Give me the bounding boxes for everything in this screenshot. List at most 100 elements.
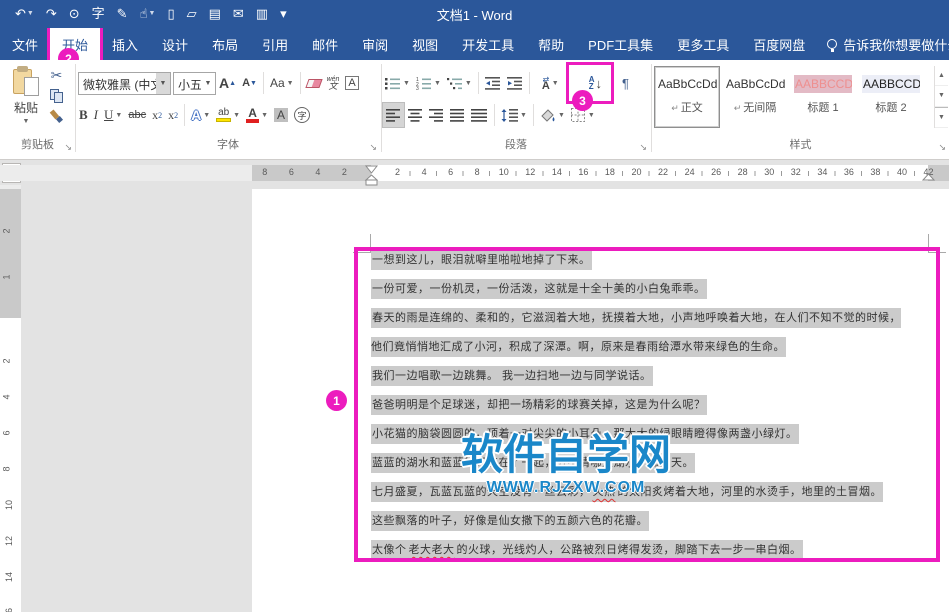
right-indent-marker[interactable]	[921, 173, 936, 182]
selected-text[interactable]: 七月盛夏，瓦蓝瓦蓝的天空没有一丝云彩，	[371, 482, 592, 502]
document-paragraph[interactable]: 我们一边唱歌一边跳舞。 我一边扫地一边与同学说话。	[371, 362, 901, 391]
selected-text[interactable]: 爸爸明明是个足球迷，却把一场精彩的球赛关掉，这是为什么呢？	[371, 395, 707, 415]
strikethrough-button[interactable]: abc	[125, 102, 149, 128]
justify-button[interactable]	[447, 102, 468, 128]
paragraph-dialog-launcher[interactable]: ↘	[639, 142, 647, 153]
tab-更多工具[interactable]: 更多工具	[665, 28, 741, 60]
tab-开发工具[interactable]: 开发工具	[450, 28, 526, 60]
selected-text[interactable]: 蓝蓝的湖水和蓝蓝的天连在了一起，分不清哪是湖水，哪是天。	[371, 453, 695, 473]
style-标题 1[interactable]: AABBCCD标题 1	[790, 66, 856, 128]
selected-text[interactable]: 一份可爱，一份机灵，一份活泼，这就是十全十美的小白兔乖乖。	[371, 279, 707, 299]
line-spacing-button[interactable]: ▼	[498, 102, 530, 128]
selected-text[interactable]: 一想到这儿，眼泪就噼里啪啦地掉了下来。	[371, 250, 592, 270]
asian-layout-button[interactable]: ⇄A▼	[539, 70, 562, 96]
redo-button[interactable]: ↷	[41, 0, 62, 28]
spelling-check-button[interactable]: 字	[87, 0, 110, 28]
styles-scroll-up-button[interactable]: ▲	[935, 66, 948, 86]
change-case-button[interactable]: Aa▼	[267, 70, 297, 96]
save-button[interactable]: ▤	[204, 0, 226, 28]
tell-me-box[interactable]: 告诉我你想要做什么	[817, 28, 949, 60]
align-center-button[interactable]	[405, 102, 426, 128]
selected-text[interactable]: 小花猫的脑袋圆圆的，顶着一对尖尖的小耳朵，那大大的绿眼睛瞪得像两盏小绿灯。	[371, 424, 799, 444]
phonetic-guide-button[interactable]: wén文	[324, 70, 343, 96]
grow-font-button[interactable]: A▲	[216, 70, 239, 96]
open-button[interactable]: ▱	[182, 0, 202, 28]
indent-markers[interactable]	[364, 165, 379, 187]
document-paragraph[interactable]: 小花猫的脑袋圆圆的，顶着一对尖尖的小耳朵，那大大的绿眼睛瞪得像两盏小绿灯。	[371, 420, 901, 449]
style-标题 2[interactable]: AABBCCDI标题 2	[858, 66, 924, 128]
align-right-button[interactable]	[426, 102, 447, 128]
tab-插入[interactable]: 插入	[100, 28, 150, 60]
tab-PDF工具集[interactable]: PDF工具集	[576, 28, 665, 60]
styles-dialog-launcher[interactable]: ↘	[938, 142, 946, 153]
tab-文件[interactable]: 文件	[0, 28, 50, 60]
styles-more-button[interactable]: ▼	[935, 107, 948, 128]
clear-format-button[interactable]	[304, 70, 324, 96]
superscript-button[interactable]: x2	[165, 102, 181, 128]
document-paragraph[interactable]: 这些飘落的叶子，好像是仙女撒下的五颜六色的花瓣。	[371, 507, 901, 536]
bold-button[interactable]: B	[76, 102, 91, 128]
selected-text[interactable]: 这些飘落的叶子，好像是仙女撒下的五颜六色的花瓣。	[371, 511, 649, 531]
distribute-button[interactable]	[468, 102, 491, 128]
tab-百度网盘[interactable]: 百度网盘	[741, 28, 817, 60]
show-hide-marks-button[interactable]: ¶	[619, 70, 632, 96]
selected-text[interactable]: 的太阳炙烤着大地，河里的水烫手，地里的土冒烟。	[617, 482, 884, 502]
enclose-characters-button[interactable]: 字	[291, 102, 313, 128]
italic-button[interactable]: I	[91, 102, 101, 128]
tab-审阅[interactable]: 审阅	[350, 28, 400, 60]
document-text[interactable]: 一想到这儿，眼泪就噼里啪啦地掉了下来。一份可爱，一份机灵，一份活泼，这就是十全十…	[371, 246, 901, 565]
font-name-combo[interactable]: 微软雅黑 (中文 ▼	[78, 72, 171, 95]
document-paragraph[interactable]: 七月盛夏，瓦蓝瓦蓝的天空没有一丝云彩，火热的太阳炙烤着大地，河里的水烫手，地里的…	[371, 478, 901, 507]
character-shading-button[interactable]: A	[271, 102, 291, 128]
selected-text[interactable]: 太像个	[371, 540, 408, 560]
tab-视图[interactable]: 视图	[400, 28, 450, 60]
style-正文[interactable]: AaBbCcDdE↵正文	[654, 66, 720, 128]
paste-button[interactable]: 粘贴 ▼	[6, 66, 46, 132]
text-effects-button[interactable]: A▼	[188, 102, 213, 128]
vertical-ruler[interactable]: 21246810121416	[0, 185, 21, 612]
selected-text[interactable]: 我们一边唱歌一边跳舞。 我一边扫地一边与同学说话。	[371, 366, 653, 386]
format-painter-icon[interactable]	[50, 110, 63, 123]
selected-text[interactable]: 春天的雨是连绵的、柔和的，它滋润着大地，抚摸着大地，小声地呼唤着大地，在人们不知…	[371, 308, 901, 357]
document-paragraph[interactable]: 蓝蓝的湖水和蓝蓝的天连在了一起，分不清哪是湖水，哪是天。	[371, 449, 901, 478]
chevron-down-icon[interactable]: ▼	[201, 73, 215, 94]
increase-indent-button[interactable]	[504, 70, 526, 96]
tab-引用[interactable]: 引用	[250, 28, 300, 60]
character-border-button[interactable]: A	[342, 70, 361, 96]
horizontal-ruler[interactable]: 8642246810121416182022242628303234363840…	[0, 165, 949, 181]
decrease-indent-button[interactable]	[482, 70, 504, 96]
bullets-button[interactable]: ▼	[382, 70, 413, 96]
highlight-color-button[interactable]: ab▼	[213, 102, 243, 128]
clipboard-dialog-launcher[interactable]: ↘	[64, 142, 72, 153]
styles-scroll-down-button[interactable]: ▼	[935, 86, 948, 106]
tab-设计[interactable]: 设计	[150, 28, 200, 60]
document-paragraph[interactable]: 一想到这儿，眼泪就噼里啪啦地掉了下来。	[371, 246, 901, 275]
multilevel-list-button[interactable]: ▼	[444, 70, 475, 96]
tab-开始[interactable]: 开始2	[50, 28, 100, 60]
undo-button[interactable]: ↶▼	[10, 0, 39, 28]
cut-icon[interactable]: ✂	[51, 68, 63, 82]
selected-text-spelling-error[interactable]: 火热	[592, 482, 617, 502]
align-left-button[interactable]	[382, 102, 405, 128]
font-size-combo[interactable]: 小五 ▼	[173, 72, 216, 95]
font-color-button[interactable]: A▼	[243, 102, 271, 128]
shading-button[interactable]: ▼	[537, 102, 568, 128]
document-paragraph[interactable]: 一份可爱，一份机灵，一份活泼，这就是十全十美的小白兔乖乖。	[371, 275, 901, 304]
touch-mouse-mode-button[interactable]: ☝▼	[135, 0, 161, 28]
document-paragraph[interactable]: 爸爸明明是个足球迷，却把一场精彩的球赛关掉，这是为什么呢？	[371, 391, 901, 420]
email-attach-button[interactable]: ✉	[228, 0, 249, 28]
print-preview-button[interactable]: ⊙	[64, 0, 85, 28]
numbering-button[interactable]: 123 ▼	[413, 70, 444, 96]
tab-帮助[interactable]: 帮助	[526, 28, 576, 60]
tab-邮件[interactable]: 邮件	[300, 28, 350, 60]
copy-icon[interactable]	[50, 89, 63, 103]
selected-text[interactable]: 的火球，光线灼人，公路被烈日烤得发烫，脚踏下去一步一串白烟。	[456, 540, 803, 560]
font-dialog-launcher[interactable]: ↘	[369, 142, 377, 153]
style-无间隔[interactable]: AaBbCcDdE↵无间隔	[722, 66, 788, 128]
underline-button[interactable]: U▼	[101, 102, 125, 128]
shrink-font-button[interactable]: A▼	[239, 70, 260, 96]
subscript-button[interactable]: x2	[149, 102, 165, 128]
document-paragraph[interactable]: 太像个老大老大的火球，光线灼人，公路被烈日烤得发烫，脚踏下去一步一串白烟。	[371, 536, 901, 565]
customize-qat-button[interactable]: ▾	[275, 0, 292, 28]
new-document-button[interactable]: ▯	[162, 0, 179, 28]
